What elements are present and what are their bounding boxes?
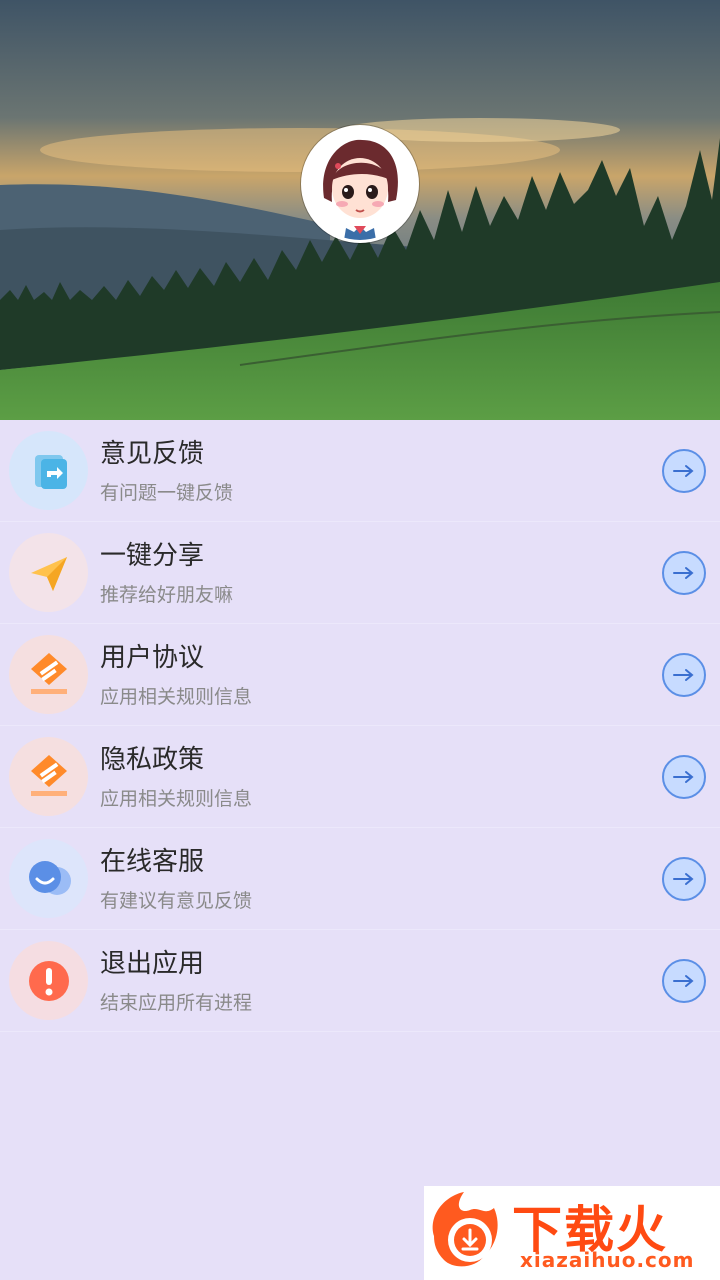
arrow-right-icon[interactable]	[662, 755, 706, 799]
menu-item-subtitle: 推荐给好朋友嘛	[100, 584, 234, 606]
exclamation-icon	[9, 941, 88, 1020]
arrow-right-icon[interactable]	[662, 449, 706, 493]
privacy-icon	[9, 737, 88, 816]
menu-item-subtitle: 有问题一键反馈	[100, 482, 234, 504]
menu-item-title: 意见反馈	[100, 439, 205, 469]
arrow-right-icon[interactable]	[662, 551, 706, 595]
arrow-right-icon[interactable]	[662, 857, 706, 901]
menu-item-title: 隐私政策	[100, 745, 205, 775]
avatar[interactable]	[301, 125, 419, 243]
menu-item-privacy-policy[interactable]: 隐私政策 应用相关规则信息	[0, 726, 720, 828]
menu-item-subtitle: 应用相关规则信息	[100, 788, 253, 810]
menu-item-exit-app[interactable]: 退出应用 结束应用所有进程	[0, 930, 720, 1032]
watermark-logo: 下载火 xiazaihuo.com	[424, 1186, 720, 1280]
menu-list: 意见反馈 有问题一键反馈 一键分享 推荐给好朋友嘛 用户协议 应用相关规则信息 …	[0, 420, 720, 1032]
customer-service-icon	[9, 839, 88, 918]
menu-item-title: 在线客服	[100, 847, 205, 877]
menu-item-title: 用户协议	[100, 643, 205, 673]
menu-item-share[interactable]: 一键分享 推荐给好朋友嘛	[0, 522, 720, 624]
menu-item-title: 退出应用	[100, 949, 205, 979]
arrow-right-icon[interactable]	[662, 653, 706, 697]
menu-item-feedback[interactable]: 意见反馈 有问题一键反馈	[0, 420, 720, 522]
feedback-icon	[9, 431, 88, 510]
menu-item-subtitle: 应用相关规则信息	[100, 686, 253, 708]
menu-item-user-agreement[interactable]: 用户协议 应用相关规则信息	[0, 624, 720, 726]
watermark-url: xiazaihuo.com	[520, 1248, 695, 1272]
arrow-right-icon[interactable]	[662, 959, 706, 1003]
paper-plane-icon	[9, 533, 88, 612]
menu-item-subtitle: 结束应用所有进程	[100, 992, 253, 1014]
agreement-icon	[9, 635, 88, 714]
menu-item-subtitle: 有建议有意见反馈	[100, 890, 253, 912]
menu-item-customer-service[interactable]: 在线客服 有建议有意见反馈	[0, 828, 720, 930]
menu-item-title: 一键分享	[100, 541, 205, 571]
